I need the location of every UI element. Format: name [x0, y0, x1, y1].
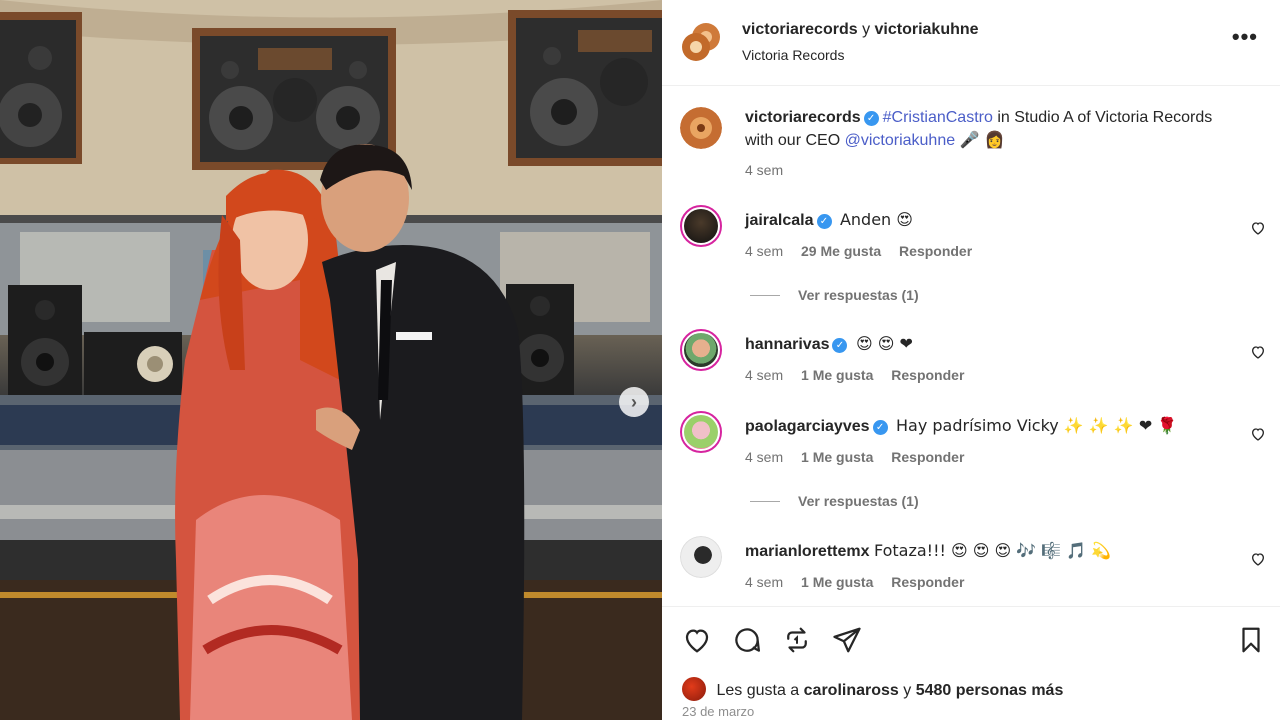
liker-avatar: [682, 677, 706, 701]
post-actions-bar: Les gusta a carolinaross y 5480 personas…: [662, 606, 1280, 720]
instagram-post-view: › victoriarecords y victoriakuhne Victor…: [0, 0, 1280, 720]
comment-meta: 4 sem 1 Me gusta Responder: [745, 449, 978, 465]
heart-icon[interactable]: [1250, 426, 1266, 442]
comment-meta: 4 sem 1 Me gusta Responder: [745, 574, 978, 590]
comment-body: Anden 😍: [839, 210, 913, 229]
record-avatar-icon: [680, 107, 722, 149]
studio-photo-illustration: [0, 0, 662, 720]
verified-badge-icon: ✓: [872, 420, 888, 435]
post-side-panel: victoriarecords y victoriakuhne Victoria…: [662, 0, 1280, 720]
verified-badge-icon: ✓: [832, 338, 848, 353]
post-header: victoriarecords y victoriakuhne Victoria…: [662, 0, 1280, 86]
caption-avatar[interactable]: [680, 107, 722, 149]
verified-badge-icon: ✓: [816, 214, 832, 229]
reply-button[interactable]: Responder: [891, 367, 964, 383]
mention-link[interactable]: @victoriakuhne: [845, 132, 956, 149]
comment-body: 😍 😍 ❤: [855, 334, 913, 353]
likes-summary[interactable]: Les gusta a carolinaross y 5480 personas…: [682, 677, 1063, 701]
caption-username[interactable]: victoriarecords: [745, 109, 861, 126]
chevron-right-icon: ›: [631, 391, 637, 412]
author-conjunction: y: [862, 21, 871, 38]
view-replies-button[interactable]: Ver respuestas (1): [750, 287, 919, 303]
comment-icon[interactable]: [732, 625, 762, 655]
caption-time[interactable]: 4 sem: [745, 162, 783, 178]
post-photo[interactable]: ›: [0, 0, 662, 720]
author-names: victoriarecords y victoriakuhne: [742, 21, 979, 39]
likes-prefix: Les gusta a: [716, 682, 800, 699]
comment-username[interactable]: marianlorettemx: [745, 543, 870, 560]
author-link-victoriakuhne[interactable]: victoriakuhne: [875, 21, 979, 38]
comment-text: marianlorettemx Fotaza!!! 😍 😍 😍 🎶 🎼 🎵 💫: [745, 540, 1245, 563]
view-replies-label: Ver respuestas (1): [798, 287, 919, 303]
left-wall-speaker: [0, 12, 82, 164]
heart-icon[interactable]: [1250, 551, 1266, 567]
hashtag-link[interactable]: #CristianCastro: [883, 109, 993, 126]
likes-count[interactable]: 5480 personas más: [916, 682, 1064, 699]
heart-icon[interactable]: [682, 625, 712, 655]
reply-button[interactable]: Responder: [891, 574, 964, 590]
right-wall-speaker: [508, 10, 662, 166]
comment-likes[interactable]: 1 Me gusta: [801, 449, 873, 465]
send-icon[interactable]: [832, 625, 862, 655]
comment-text: hannarivas ✓ 😍 😍 ❤: [745, 333, 1245, 356]
reply-button[interactable]: Responder: [891, 449, 964, 465]
comment-time[interactable]: 4 sem: [745, 449, 783, 465]
comment-body: Fotaza!!! 😍 😍 😍 🎶 🎼 🎵 💫: [873, 541, 1112, 560]
comment-username[interactable]: hannarivas: [745, 336, 829, 353]
caption-emojis: 🎤 👩: [959, 130, 1005, 149]
heart-icon[interactable]: [1250, 344, 1266, 360]
comment-time[interactable]: 4 sem: [745, 574, 783, 590]
more-options-button[interactable]: •••: [1232, 24, 1258, 50]
comment-avatar[interactable]: [680, 411, 722, 453]
repost-icon[interactable]: [782, 625, 812, 655]
reply-button[interactable]: Responder: [899, 243, 972, 259]
heart-icon[interactable]: [1250, 220, 1266, 236]
caption-meta: 4 sem: [745, 162, 797, 178]
post-date[interactable]: 23 de marzo: [682, 704, 754, 719]
liker-username[interactable]: carolinaross: [804, 682, 899, 699]
comment-text: jairalcala ✓ Anden 😍: [745, 209, 1245, 232]
comment-text: paolagarciayves ✓ Hay padrísimo Vicky ✨ ✨…: [745, 415, 1245, 438]
comment-meta: 4 sem 29 Me gusta Responder: [745, 243, 986, 259]
view-replies-button[interactable]: Ver respuestas (1): [750, 493, 919, 509]
author-avatar[interactable]: [680, 20, 724, 64]
replies-divider: [750, 501, 780, 502]
comment-username[interactable]: paolagarciayves: [745, 418, 870, 435]
comment-username[interactable]: jairalcala: [745, 212, 814, 229]
caption-text: victoriarecords ✓ #CristianCastro in Studi…: [745, 107, 1245, 152]
comment-meta: 4 sem 1 Me gusta Responder: [745, 367, 978, 383]
comment-body: Hay padrísimo Vicky ✨ ✨ ✨ ❤ 🌹: [895, 416, 1178, 435]
author-link-victoriarecords[interactable]: victoriarecords: [742, 21, 858, 38]
comment-avatar[interactable]: [680, 536, 722, 578]
comment-avatar[interactable]: [680, 205, 722, 247]
more-horizontal-icon: •••: [1231, 24, 1258, 49]
comment-likes[interactable]: 1 Me gusta: [801, 574, 873, 590]
replies-divider: [750, 295, 780, 296]
next-photo-button[interactable]: ›: [619, 387, 649, 417]
post-location[interactable]: Victoria Records: [742, 47, 844, 63]
comment-time[interactable]: 4 sem: [745, 367, 783, 383]
view-replies-label: Ver respuestas (1): [798, 493, 919, 509]
comment-time[interactable]: 4 sem: [745, 243, 783, 259]
comment-likes[interactable]: 1 Me gusta: [801, 367, 873, 383]
comment-likes[interactable]: 29 Me gusta: [801, 243, 881, 259]
bookmark-icon[interactable]: [1236, 625, 1266, 655]
verified-badge-icon: ✓: [863, 111, 879, 126]
collab-avatar-icon: [682, 23, 720, 61]
comment-avatar[interactable]: [680, 329, 722, 371]
likes-conjunction: y: [903, 682, 912, 699]
